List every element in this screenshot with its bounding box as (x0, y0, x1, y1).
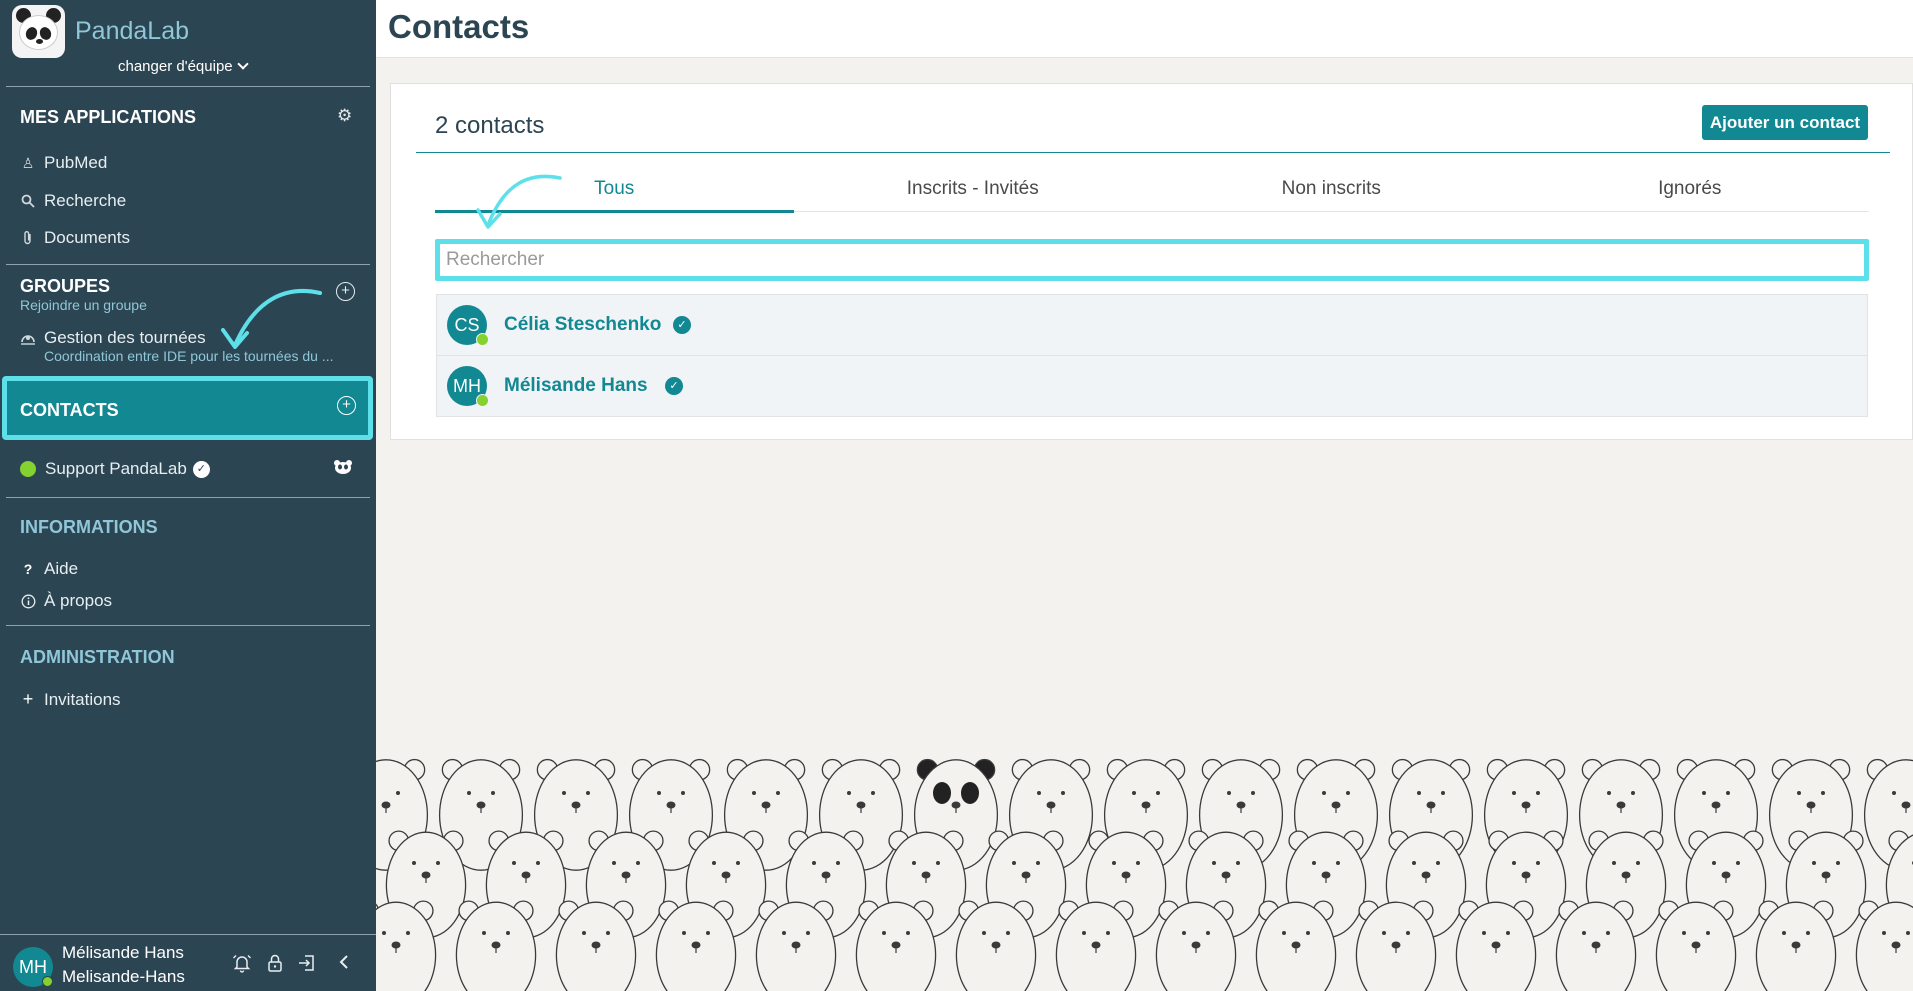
sidebar-item-documents[interactable]: Documents (20, 228, 130, 248)
team-switch-label: changer d'équipe (118, 58, 233, 75)
divider (6, 625, 370, 626)
online-status-icon (42, 976, 53, 987)
annotation-arrow (476, 174, 562, 229)
divider (416, 152, 1890, 153)
avatar: MH (447, 366, 489, 407)
add-contact-icon[interactable]: + (337, 396, 356, 415)
panda-logo (12, 4, 65, 58)
divider (6, 264, 370, 265)
sidebar-item-label: PubMed (44, 153, 108, 172)
user-bar: MH Mélisande Hans Melisande-Hans (0, 934, 376, 991)
chevron-left-icon[interactable] (333, 953, 355, 975)
team-switch-button[interactable]: changer d'équipe (118, 58, 249, 75)
tab-non-inscrits[interactable]: Non inscrits (1152, 176, 1511, 211)
sidebar-item-label: Recherche (44, 191, 127, 210)
sidebar-item-a-propos[interactable]: À propos (20, 591, 112, 611)
plus-icon: + (22, 689, 34, 709)
annotation-arrow (221, 288, 322, 349)
verified-icon: ✓ (673, 316, 691, 334)
brand-name: PandaLab (75, 16, 190, 45)
section-title-administration: ADMINISTRATION (20, 647, 175, 667)
contact-list: CS Célia Steschenko ✓ MH Mélisande Hans … (436, 294, 1868, 417)
top-bar: Contacts (376, 0, 1913, 58)
section-title-contacts: CONTACTS (20, 400, 119, 420)
tabs: Tous Inscrits - Invités Non inscrits Ign… (435, 176, 1870, 213)
search-input[interactable] (440, 244, 1864, 276)
sidebar-item-label: Aide (44, 559, 79, 578)
add-contact-button[interactable]: Ajouter un contact (1702, 105, 1868, 140)
verified-icon: ✓ (192, 460, 210, 478)
online-status-icon (476, 333, 489, 346)
verified-icon: ✓ (665, 377, 683, 395)
contacts-card: 2 contacts Ajouter un contact Tous Inscr… (390, 83, 1913, 440)
avatar-initials: MH (453, 376, 481, 396)
online-status-icon (476, 394, 489, 407)
sidebar-item-support[interactable]: Support PandaLab ✓ (20, 459, 210, 479)
gear-icon[interactable]: ⚙ (337, 106, 352, 126)
sidebar-item-label: Invitations (44, 689, 121, 709)
divider (6, 86, 370, 87)
sidebar-item-invitations[interactable]: + Invitations (20, 689, 121, 710)
sidebar-item-aide[interactable]: ? Aide (20, 559, 78, 579)
tab-inscrits-invites[interactable]: Inscrits - Invités (794, 176, 1153, 211)
sidebar: PandaLab changer d'équipe MES APPLICATIO… (0, 0, 376, 991)
contact-row[interactable]: MH Mélisande Hans ✓ (436, 355, 1868, 417)
brand[interactable]: PandaLab (12, 4, 190, 58)
bell-snooze-icon[interactable] (231, 953, 253, 975)
bears-illustration (376, 758, 1913, 991)
sidebar-item-contacts[interactable]: CONTACTS + (2, 376, 373, 440)
panda-icon (334, 460, 352, 474)
user-name: Mélisande Hans (62, 943, 184, 962)
question-icon: ? (23, 561, 33, 577)
avatar[interactable]: MH (13, 947, 53, 987)
contacts-count: 2 contacts (435, 112, 545, 139)
avatar: CS (447, 305, 489, 346)
info-icon (20, 594, 36, 609)
sidebar-item-label: Support PandaLab (45, 459, 187, 478)
pubmed-icon: ♙ (21, 154, 35, 171)
chevron-down-icon (236, 58, 249, 70)
page-title: Contacts (388, 8, 530, 45)
paperclip-icon (20, 230, 36, 246)
section-title-apps: MES APPLICATIONS (20, 107, 197, 127)
sidebar-item-pubmed[interactable]: ♙ PubMed (20, 153, 108, 173)
lock-icon[interactable] (264, 953, 286, 975)
sidebar-item-recherche[interactable]: Recherche (20, 191, 126, 211)
search-icon (20, 194, 36, 208)
avatar-initials: CS (454, 315, 480, 335)
logout-icon[interactable] (296, 953, 318, 975)
contact-name[interactable]: Mélisande Hans (504, 375, 648, 397)
user-handle: Melisande-Hans (62, 967, 185, 986)
online-status-icon (20, 461, 36, 477)
contact-row[interactable]: CS Célia Steschenko ✓ (436, 294, 1868, 356)
sidebar-item-label: Documents (44, 228, 130, 247)
search-field (435, 239, 1869, 281)
sidebar-item-label: À propos (44, 591, 113, 610)
avatar-initials: MH (19, 957, 47, 977)
divider (6, 497, 370, 498)
join-group-link[interactable]: Rejoindre un groupe (20, 297, 147, 313)
group-icon (20, 332, 36, 364)
section-title-groups: GROUPES (20, 276, 111, 296)
add-group-icon[interactable]: + (336, 282, 355, 301)
tab-ignores[interactable]: Ignorés (1511, 176, 1870, 211)
section-title-informations: INFORMATIONS (20, 517, 158, 537)
contact-name[interactable]: Célia Steschenko (504, 314, 661, 336)
